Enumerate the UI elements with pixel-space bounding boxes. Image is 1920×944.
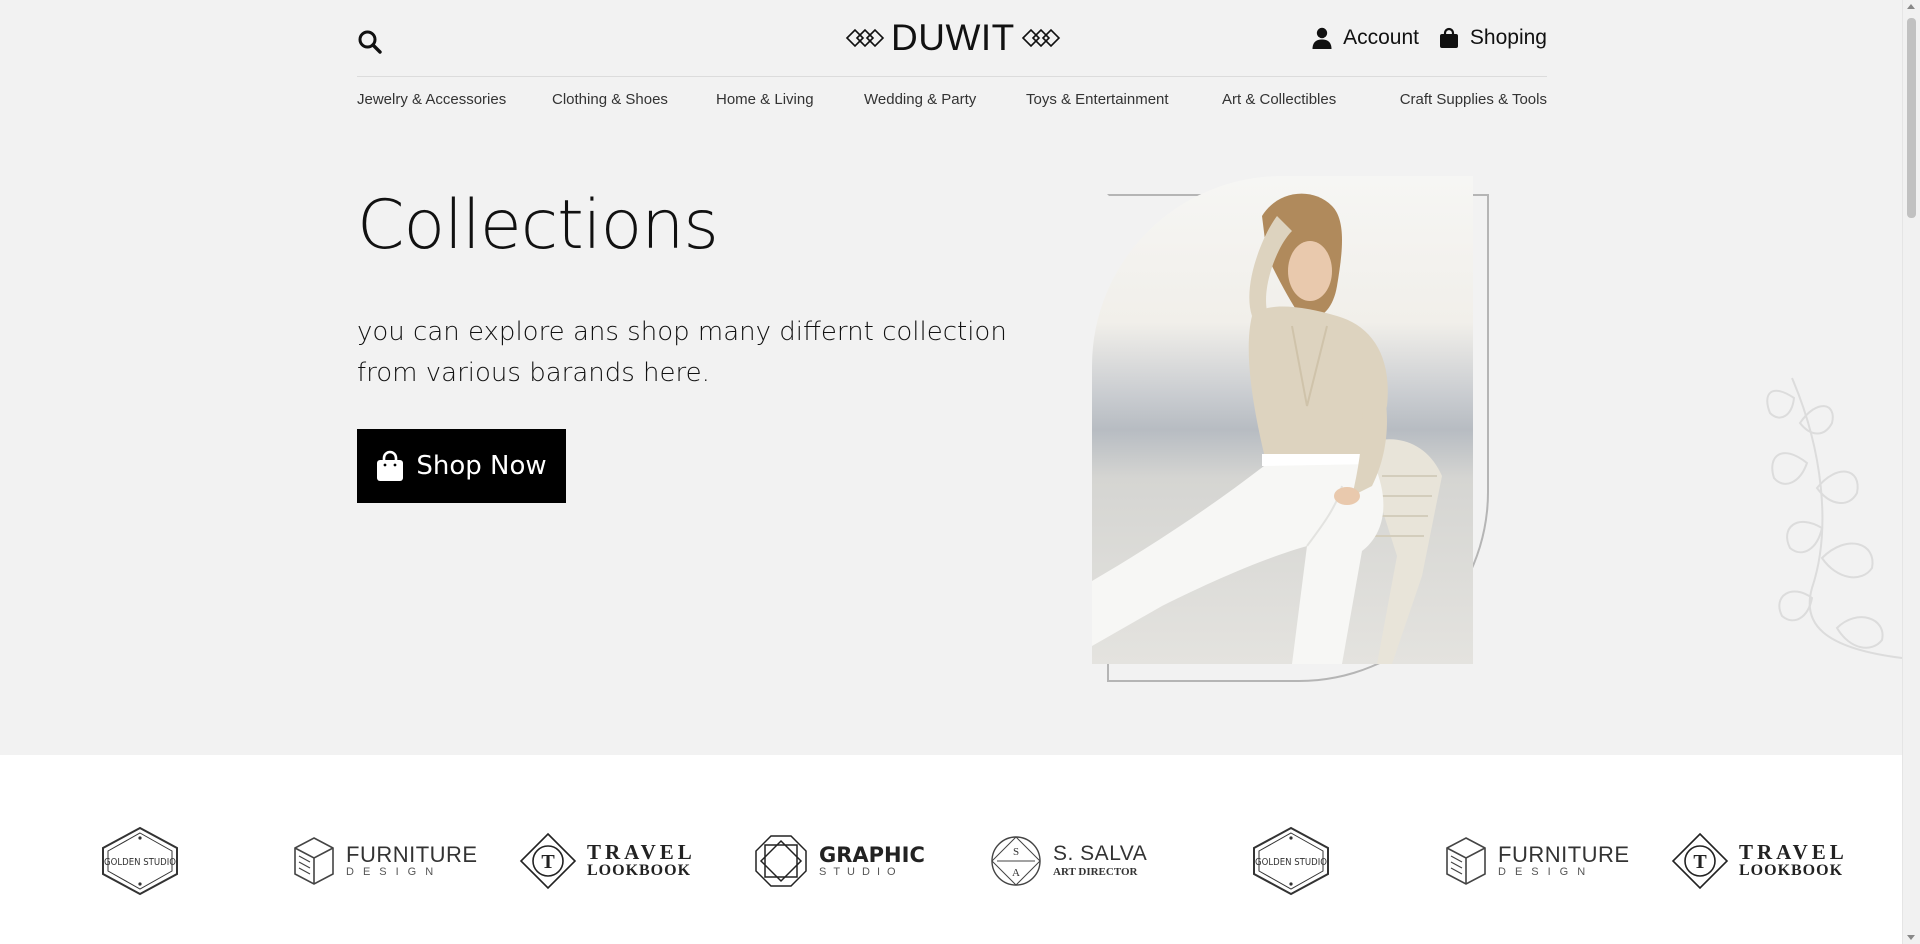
brand-logo-s-salva[interactable]: S A S. SALVA ART DIRECTOR <box>989 826 1147 896</box>
golden-studio-text: GOLDEN STUDIO <box>104 857 176 868</box>
scroll-down-arrow-icon[interactable] <box>1907 935 1915 940</box>
travel-t-diamond-icon: T <box>1671 832 1729 890</box>
brand-logo-travel-lookbook[interactable]: T TRAVEL LOOKBOOK <box>519 826 696 896</box>
nav-item-jewelry-accessories[interactable]: Jewelry & Accessories <box>357 91 506 108</box>
category-nav: Jewelry & Accessories Clothing & Shoes H… <box>357 91 1547 119</box>
brand-logo-graphic-studio[interactable]: GRAPHIC STUDIO <box>753 826 925 896</box>
nav-item-craft-supplies-tools[interactable]: Craft Supplies & Tools <box>1400 91 1547 108</box>
brand-logo-golden-studio[interactable]: GOLDEN STUDIO <box>1250 826 1332 896</box>
travel-lookbook-wordmark: TRAVEL LOOKBOOK <box>1739 842 1848 880</box>
graphic-octagon-icon <box>755 835 807 887</box>
golden-studio-text: GOLDEN STUDIO <box>1255 857 1327 868</box>
travel-monogram: T <box>1693 851 1707 873</box>
brand-logo-furniture-design[interactable]: FURNITURE DESIGN <box>292 826 478 896</box>
graphic-studio-wordmark: GRAPHIC STUDIO <box>819 844 925 879</box>
shopping-bag-icon <box>377 450 404 481</box>
travel-lookbook-wordmark: TRAVEL LOOKBOOK <box>587 842 696 880</box>
brand-logo-golden-studio[interactable]: GOLDEN STUDIO <box>99 826 181 896</box>
logo[interactable]: DUWIT <box>845 16 1061 60</box>
shop-now-button[interactable]: Shop Now <box>357 429 566 503</box>
nav-item-art-collectibles[interactable]: Art & Collectibles <box>1222 91 1336 108</box>
logo-text: DUWIT <box>891 17 1015 58</box>
furniture-cube-icon <box>294 837 334 885</box>
salva-monogram-s: S <box>1013 846 1019 858</box>
decorative-leaf-branch-icon <box>1766 377 1903 659</box>
vertical-scrollbar[interactable] <box>1902 0 1920 944</box>
nav-item-wedding-party[interactable]: Wedding & Party <box>864 91 976 108</box>
design-word: DESIGN <box>346 865 443 878</box>
account-link[interactable]: Account <box>1312 26 1419 50</box>
brand-logo-furniture-design[interactable]: FURNITURE DESIGN <box>1444 826 1630 896</box>
furniture-design-wordmark: FURNITURE DESIGN <box>346 841 478 879</box>
nav-item-toys-entertainment[interactable]: Toys & Entertainment <box>1026 91 1169 108</box>
furniture-design-wordmark: FURNITURE DESIGN <box>1498 841 1630 879</box>
golden-studio-badge-icon: GOLDEN STUDIO <box>102 826 178 896</box>
page: DUWIT Account Shoping Jewelry & Accessor… <box>0 0 1903 944</box>
furniture-word: FURNITURE <box>1498 841 1630 867</box>
shop-now-label: Shop Now <box>416 451 547 481</box>
travel-t-diamond-icon: T <box>519 832 577 890</box>
travel-monogram: T <box>541 851 555 873</box>
furniture-cube-icon <box>1446 837 1486 885</box>
hero-image <box>1092 176 1473 664</box>
salva-circle-icon: S A <box>991 836 1041 886</box>
hero-subtitle: you can explore ans shop many differnt c… <box>357 317 1007 388</box>
s-salva-wordmark: S. SALVA ART DIRECTOR <box>1053 843 1147 879</box>
search-icon <box>358 30 382 54</box>
nav-item-clothing-shoes[interactable]: Clothing & Shoes <box>552 91 668 108</box>
user-icon <box>1312 27 1332 49</box>
woman-photo-illustration <box>1092 193 1442 664</box>
scroll-up-arrow-icon[interactable] <box>1907 4 1915 9</box>
furniture-word: FURNITURE <box>346 841 478 867</box>
logo-diamonds-right-icon <box>1021 28 1060 48</box>
account-label: Account <box>1343 26 1419 49</box>
design-word: DESIGN <box>1498 865 1595 878</box>
hero-title: Collections <box>357 186 719 265</box>
s-salva-word: S. SALVA <box>1053 842 1148 865</box>
header-bar: DUWIT Account Shoping <box>357 0 1547 77</box>
search-button[interactable] <box>357 29 383 55</box>
shopping-link[interactable]: Shoping <box>1439 26 1547 50</box>
salva-monogram-a: A <box>1012 867 1020 879</box>
studio-word: STUDIO <box>819 865 903 878</box>
graphic-word: GRAPHIC <box>819 842 925 867</box>
art-director-word: ART DIRECTOR <box>1053 866 1138 878</box>
shopping-label: Shoping <box>1469 26 1547 49</box>
nav-item-home-living[interactable]: Home & Living <box>716 91 814 108</box>
golden-studio-badge-icon: GOLDEN STUDIO <box>1253 826 1329 896</box>
lookbook-word: LOOKBOOK <box>1739 862 1844 879</box>
lookbook-word: LOOKBOOK <box>587 862 692 879</box>
brand-logos-strip: GOLDEN STUDIO FURNITURE DESIGN T TRAVEL … <box>0 755 1903 944</box>
travel-word: TRAVEL <box>1739 840 1848 864</box>
brand-logo-travel-lookbook[interactable]: T TRAVEL LOOKBOOK <box>1671 826 1848 896</box>
shopping-bag-icon <box>1439 27 1458 48</box>
scrollbar-thumb[interactable] <box>1907 18 1916 218</box>
logo-diamonds-left-icon <box>845 28 885 48</box>
travel-word: TRAVEL <box>587 840 696 864</box>
